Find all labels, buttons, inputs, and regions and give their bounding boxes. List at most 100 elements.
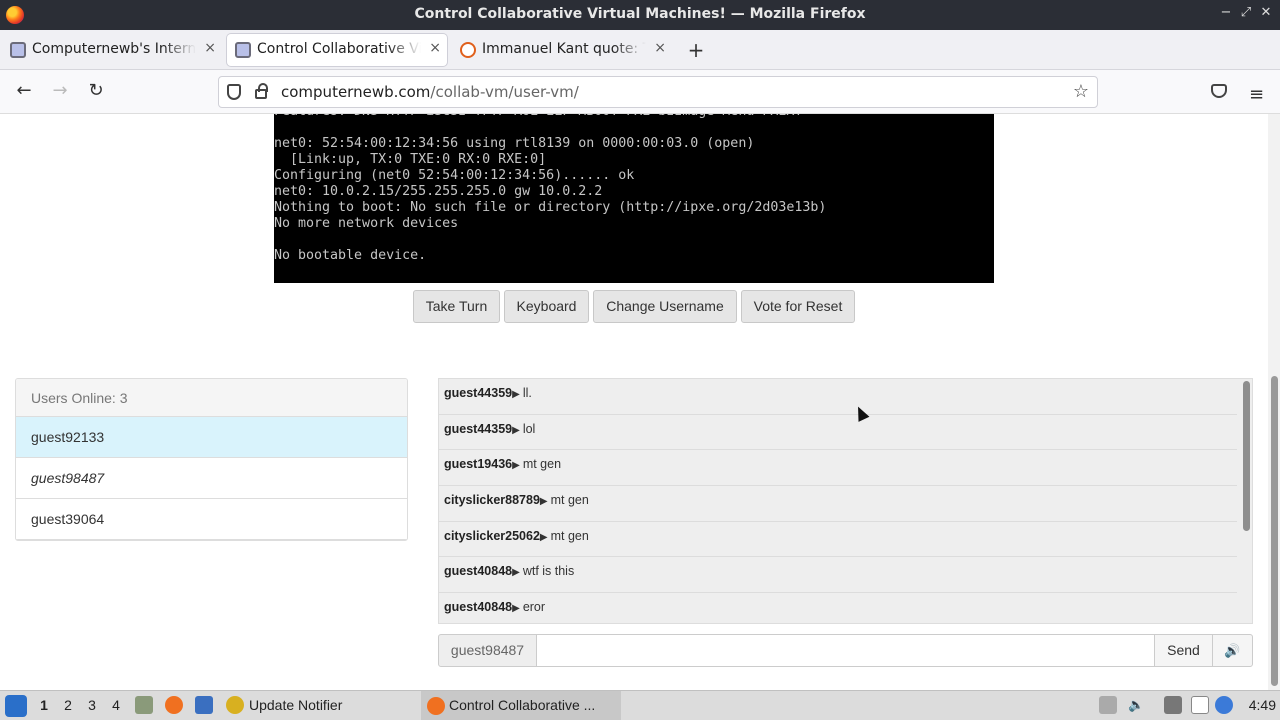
- quote-favicon-icon: [460, 42, 476, 58]
- tab-kant-quote[interactable]: Immanuel Kant quote: The ×: [452, 34, 672, 66]
- chat-message: guest40848▶ wtf is this: [439, 557, 1237, 594]
- notes-icon[interactable]: [1191, 696, 1209, 714]
- back-button[interactable]: ←: [12, 80, 36, 101]
- tab-close-icon[interactable]: ×: [204, 40, 216, 56]
- chat-message-text: ll.: [522, 386, 532, 400]
- vm-console-line: No bootable device.: [274, 248, 427, 263]
- chat-arrow-icon: ▶: [512, 389, 520, 400]
- workspace-4[interactable]: 4: [109, 697, 123, 713]
- chat-message-username[interactable]: guest19436: [444, 457, 512, 471]
- vm-console-line: net0: 52:54:00:12:34:56 using rtl8139 on…: [274, 136, 755, 151]
- volume-icon[interactable]: 🔊: [1212, 634, 1253, 667]
- vm-console-line: net0: 10.0.2.15/255.255.255.0 gw 10.0.2.…: [274, 184, 603, 199]
- chat-log[interactable]: guest44359▶ ll. guest44359▶ lol guest19436▶ m…: [438, 378, 1253, 624]
- workspace-1[interactable]: 1: [37, 697, 51, 713]
- tab-bar: Computernewb's Internet × Control Collab…: [0, 30, 1280, 70]
- chat-arrow-icon: ▶: [512, 424, 520, 436]
- window-titlebar: Control Collaborative Virtual Machines! …: [0, 0, 1280, 30]
- new-tab-button[interactable]: +: [686, 38, 706, 62]
- taskbar: 1 2 3 4 Update Notifier Control Collabor…: [0, 690, 1280, 720]
- chat-arrow-icon: ▶: [539, 496, 548, 508]
- url-path: /collab-vm/user-vm/: [430, 83, 579, 101]
- chat-message-username[interactable]: cityslicker25062: [444, 529, 540, 543]
- computer-favicon-icon: [10, 42, 26, 58]
- chat-message: cityslicker25062▶ mt gen: [439, 522, 1237, 558]
- forward-button[interactable]: →: [48, 80, 72, 101]
- firefox-task-label: Control Collaborative ...: [449, 697, 596, 713]
- user-list-item-self[interactable]: guest98487: [16, 458, 407, 499]
- chat-scrollbar[interactable]: [1243, 381, 1250, 531]
- chat-message-username[interactable]: cityslicker88789: [444, 493, 540, 507]
- bookmark-star-icon[interactable]: ☆: [1073, 81, 1089, 102]
- chat-message: guest44359▶ lol: [439, 415, 1237, 451]
- url-host: computernewb.com: [281, 83, 431, 101]
- vm-console-line: [274, 120, 994, 136]
- chat-message: guest40848▶ eror: [439, 593, 1237, 623]
- lock-icon[interactable]: [255, 83, 268, 99]
- computer-favicon-icon: [235, 42, 251, 58]
- file-manager-icon[interactable]: [135, 696, 153, 714]
- tab-label: Control Collaborative Virtual Machines!: [257, 41, 421, 57]
- users-online-panel: Users Online: 3 guest92133 guest98487 gu…: [15, 378, 408, 541]
- close-window-button[interactable]: ✕: [1257, 5, 1275, 20]
- firefox-task[interactable]: Control Collaborative ...: [421, 691, 621, 720]
- chat-arrow-icon: ▶: [512, 567, 520, 579]
- chat-message: guest19436▶ mt gen: [439, 450, 1237, 487]
- vm-console-line: No more network devices: [274, 216, 459, 231]
- chat-message-text: mt gen: [550, 528, 589, 543]
- chat-message-text: mt gen: [550, 493, 589, 508]
- chat-arrow-icon: ▶: [512, 460, 520, 472]
- vote-reset-button[interactable]: Vote for Reset: [741, 290, 855, 323]
- url-text[interactable]: computernewb.com/collab-vm/user-vm/: [281, 83, 579, 101]
- speaker-icon[interactable]: 🔈: [1128, 697, 1144, 713]
- chat-message-username[interactable]: guest44359: [444, 422, 512, 436]
- reload-button[interactable]: ↻: [84, 80, 108, 101]
- workspace-3[interactable]: 3: [85, 697, 99, 713]
- take-turn-button[interactable]: Take Turn: [413, 290, 500, 323]
- vm-console-line: Configuring (net0 52:54:00:12:34:56)....…: [274, 168, 635, 183]
- user-list-item[interactable]: guest92133: [16, 417, 407, 458]
- update-notifier-icon: [226, 696, 244, 714]
- network-icon[interactable]: [1164, 696, 1182, 714]
- tracking-shield-icon[interactable]: [227, 84, 241, 100]
- maximize-button[interactable]: ⤢: [1237, 5, 1255, 20]
- keyboard-button[interactable]: Keyboard: [504, 290, 589, 323]
- page-scrollbar-thumb[interactable]: [1271, 376, 1278, 686]
- firefox-launcher-icon[interactable]: [165, 696, 183, 714]
- page-scrollbar[interactable]: [1268, 114, 1280, 690]
- url-bar[interactable]: computernewb.com/collab-vm/user-vm/ ☆: [218, 76, 1098, 108]
- workspace-2[interactable]: 2: [61, 697, 75, 713]
- chat-message-username[interactable]: guest40848: [444, 564, 512, 578]
- chat-username-label: guest98487: [438, 634, 537, 667]
- notification-icon[interactable]: [1215, 696, 1233, 714]
- page-content: Features: DNS HTTP iSCSI TFTP AoE ELF MB…: [0, 114, 1280, 690]
- change-username-button[interactable]: Change Username: [593, 290, 737, 323]
- update-notifier-task[interactable]: Update Notifier: [249, 697, 342, 713]
- window-title: Control Collaborative Virtual Machines! …: [414, 6, 866, 22]
- tab-label: Computernewb's Internet: [32, 41, 196, 57]
- chat-message-text: mt gen: [522, 457, 562, 472]
- tab-close-icon[interactable]: ×: [429, 40, 441, 56]
- vm-console-line: [274, 232, 994, 248]
- chat-input-row: guest98487 Send 🔊: [438, 634, 1253, 667]
- menu-icon[interactable]: ≡: [1249, 84, 1264, 105]
- chat-message: cityslicker88789▶ mt gen: [439, 486, 1237, 522]
- chat-message-text: eror: [522, 600, 546, 615]
- tab-close-icon[interactable]: ×: [654, 40, 666, 56]
- clock: 4:49: [1248, 697, 1276, 713]
- minimize-button[interactable]: −: [1217, 5, 1235, 20]
- clipboard-icon[interactable]: [1099, 696, 1117, 714]
- firefox-task-icon: [427, 697, 445, 715]
- chat-message-username[interactable]: guest40848: [444, 600, 512, 614]
- chat-arrow-icon: ▶: [539, 531, 548, 543]
- tab-collab-vm[interactable]: Control Collaborative Virtual Machines! …: [227, 34, 447, 66]
- vm-display[interactable]: Features: DNS HTTP iSCSI TFTP AoE ELF MB…: [274, 114, 994, 283]
- chat-message-username[interactable]: guest44359: [444, 386, 512, 400]
- chat-input[interactable]: [536, 634, 1155, 667]
- desktop-icon[interactable]: [195, 696, 213, 714]
- start-menu-icon[interactable]: [5, 695, 27, 717]
- tab-computernewb[interactable]: Computernewb's Internet ×: [2, 34, 222, 66]
- vm-console-line: [Link:up, TX:0 TXE:0 RX:0 RXE:0]: [274, 152, 547, 167]
- user-list-item[interactable]: guest39064: [16, 499, 407, 540]
- send-button[interactable]: Send: [1154, 634, 1213, 667]
